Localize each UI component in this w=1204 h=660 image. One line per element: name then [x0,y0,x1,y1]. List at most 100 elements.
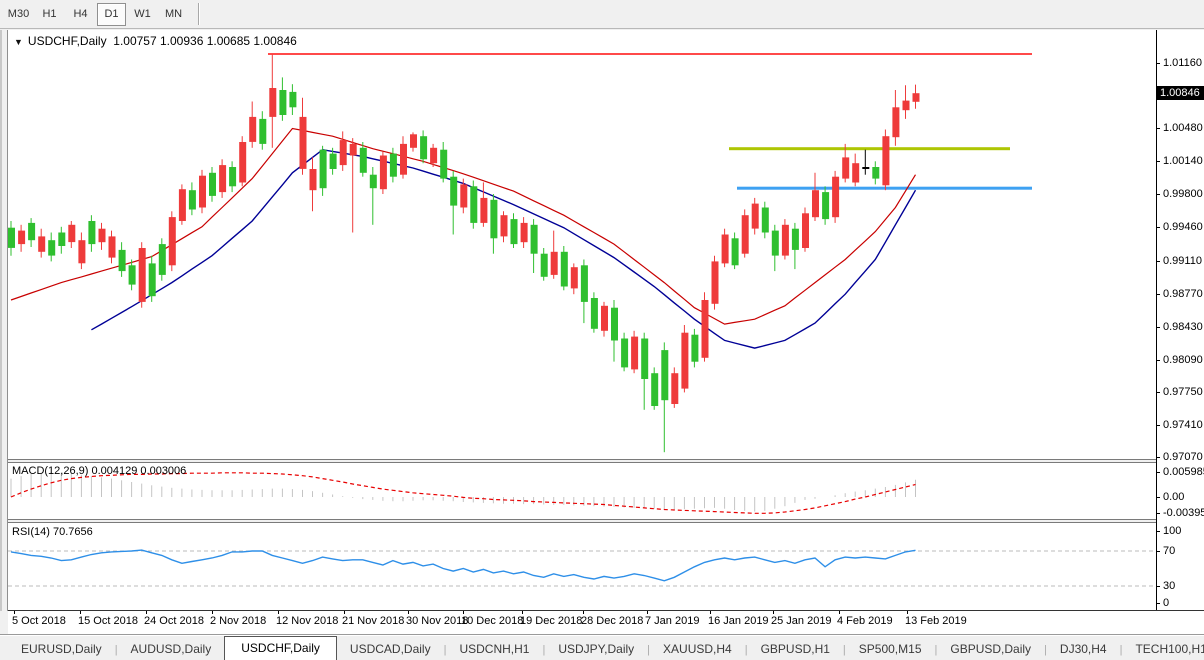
candle-body [470,186,478,223]
candle-body [48,240,56,256]
chart-tab-tech100-h1[interactable]: TECH100,H1 [1122,639,1204,660]
candle-body [832,176,840,218]
date-tick [146,611,147,614]
axis-tick [1156,472,1160,473]
candle-body [410,134,417,148]
date-axis[interactable]: 5 Oct 2018 15 Oct 2018 24 Oct 2018 2 Nov 20… [8,611,1204,634]
macd-signal-line [10,472,916,514]
candle-body [661,350,669,401]
candle-body [18,230,26,245]
candle-body [892,107,900,138]
date-tick [463,611,464,614]
chart-tab-usdchf-daily[interactable]: USDCHF,Daily [224,636,337,660]
chart-tab-usdcad-daily[interactable]: USDCAD,Daily [337,639,444,660]
chart-tab-dj30-h4[interactable]: DJ30,H4 [1047,639,1120,660]
candle-body [691,334,699,362]
candle-body [580,265,588,302]
axis-label: 0 [1163,597,1170,609]
chart-tab-usdcnh-h1[interactable]: USDCNH,H1 [446,639,542,660]
candle-body [430,147,438,164]
candle-body [611,307,618,341]
date-label: 12 Nov 2018 [276,615,339,627]
candle-body [108,236,116,258]
timeframe-button-d1[interactable]: D1 [97,2,126,26]
candle-body [721,234,729,264]
candle-body [249,116,257,142]
date-tick [278,611,279,614]
candle-body [349,143,357,156]
timeframe-button-h1[interactable]: H1 [35,3,64,26]
candle-body [209,172,216,196]
date-label: 13 Feb 2019 [905,615,967,627]
candle-body [440,149,448,179]
candle-body [842,157,850,179]
axis-label: 30 [1163,580,1176,592]
candle-body [128,265,136,285]
axis-label: 0.005985 [1163,466,1204,478]
candle-body [681,332,689,389]
horizontal-line[interactable] [729,147,1010,151]
candle-body [369,174,377,189]
timeframe-button-w1[interactable]: W1 [128,3,157,26]
axis-tick [1156,161,1160,162]
candle-body [199,175,206,208]
chart-tab-sp500-m15[interactable]: SP500,M15 [846,639,935,660]
chart-tab-xauusd-h4[interactable]: XAUUSD,H4 [650,639,745,660]
candle-body [329,153,337,169]
candle-body [510,219,518,245]
axis-label: 0.00 [1163,491,1185,503]
candle-body [379,155,387,190]
axis-tick [1156,128,1160,129]
chart-tab-bar: EURUSD,Daily | AUDUSD,Daily USDCHF,Daily USD… [0,634,1204,660]
timeframe-toolbar: M30 H1 H4 D1 W1 MN [0,0,1204,29]
candle-body [78,240,86,264]
candle-body [530,224,538,254]
candle-body [259,118,267,144]
timeframe-button-h4[interactable]: H4 [66,3,95,26]
candle-body [641,338,649,379]
timeframe-button-m30[interactable]: M30 [4,3,33,26]
chart-tab-gbpusd-daily[interactable]: GBPUSD,Daily [937,639,1044,660]
candle-body [309,169,317,191]
date-label: 2 Nov 2018 [210,615,267,627]
candle-body [359,147,367,173]
candle-body [872,167,880,179]
candle-body [631,336,639,370]
macd-indicator-label: MACD(12,26,9) 0.004129 0.003006 [12,465,187,477]
candle-body [68,224,76,243]
timeframe-button-mn[interactable]: MN [159,3,188,26]
chart-tab-gbpusd-h1[interactable]: GBPUSD,H1 [748,639,843,660]
chart-tab-usdjpy-daily[interactable]: USDJPY,Daily [545,639,647,660]
axis-label: 1.00480 [1163,122,1203,134]
axis-tick [1156,457,1160,458]
candle-body [560,251,568,287]
candle-body [239,142,247,183]
candle-body [751,203,759,229]
horizontal-line[interactable] [268,53,1032,55]
candle-body [269,88,277,117]
axis-tick [1156,327,1160,328]
date-label: 4 Feb 2019 [837,615,893,627]
axis-tick [1156,261,1160,262]
rsi-chart[interactable] [8,523,1156,610]
candle-body [731,238,739,266]
date-label: 30 Nov 2018 [406,615,469,627]
axis-label: 100 [1163,525,1182,537]
date-tick [212,611,213,614]
candle-body [671,373,679,404]
axis-label: 1.00140 [1163,155,1203,167]
candle-body [500,215,508,237]
candlestick-chart[interactable] [8,30,1156,459]
chart-tab-audusd-daily[interactable]: AUDUSD,Daily [118,639,225,660]
chart-tab-eurusd-daily[interactable]: EURUSD,Daily [8,639,115,660]
chart-dropdown-icon[interactable]: ▼ [14,37,23,47]
date-tick [647,611,648,614]
candle-body [219,165,227,193]
horizontal-line[interactable] [737,186,1032,190]
candle-body [389,153,397,177]
candle-body [741,215,749,254]
candle-body [711,261,719,304]
toolbar-separator [198,3,200,25]
candle-body [289,91,297,108]
candle-body [912,93,920,102]
